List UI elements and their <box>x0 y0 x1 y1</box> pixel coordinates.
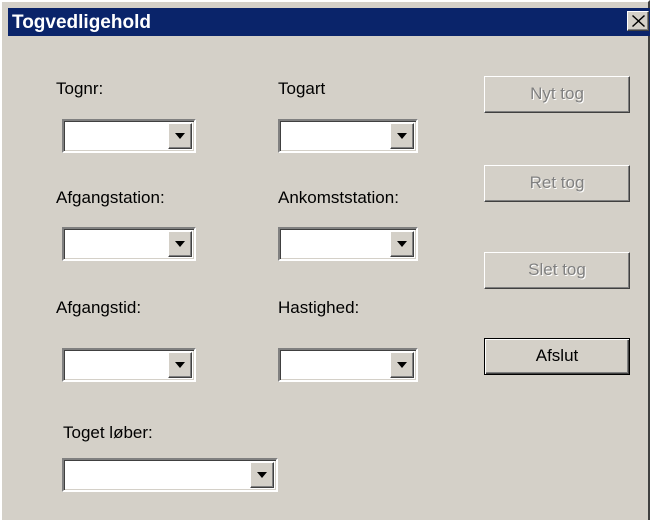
togart-combobox[interactable] <box>278 119 418 153</box>
tognr-combobox[interactable] <box>62 119 196 153</box>
togart-dropdown-button[interactable] <box>390 123 414 149</box>
close-button[interactable] <box>627 11 649 31</box>
togart-label: Togart <box>278 79 326 98</box>
chevron-down-icon <box>397 241 407 247</box>
chevron-down-icon <box>175 241 185 247</box>
afgangstid-dropdown-button[interactable] <box>168 352 192 378</box>
tognr-dropdown-button[interactable] <box>168 123 192 149</box>
afslut-button[interactable]: Afslut <box>484 338 630 375</box>
toget-lober-label: Toget løber: <box>63 423 153 442</box>
afgangstid-combobox[interactable] <box>62 348 196 382</box>
dialog-window: Togvedligehold Tognr: Togart Afgangstati… <box>0 0 650 520</box>
slet-tog-button[interactable]: Slet tog <box>484 252 630 289</box>
ret-tog-button[interactable]: Ret tog <box>484 165 630 202</box>
ankomststation-label: Ankomststation: <box>278 188 399 207</box>
afgangstation-combobox[interactable] <box>62 227 196 261</box>
afgangstation-label: Afgangstation: <box>56 188 165 207</box>
ankomststation-combobox[interactable] <box>278 227 418 261</box>
afgangstid-label: Afgangstid: <box>56 298 142 317</box>
hastighed-dropdown-button[interactable] <box>390 352 414 378</box>
chevron-down-icon <box>175 133 185 139</box>
chevron-down-icon <box>257 472 267 478</box>
hastighed-label: Hastighed: <box>278 298 360 317</box>
ankomststation-dropdown-button[interactable] <box>390 231 414 257</box>
hastighed-combobox[interactable] <box>278 348 418 382</box>
window-title: Togvedligehold <box>12 12 151 33</box>
chevron-down-icon <box>175 362 185 368</box>
title-bar[interactable]: Togvedligehold <box>8 8 650 36</box>
chevron-down-icon <box>397 362 407 368</box>
toget-lober-dropdown-button[interactable] <box>250 462 274 488</box>
chevron-down-icon <box>397 133 407 139</box>
close-icon <box>632 15 645 27</box>
afgangstation-dropdown-button[interactable] <box>168 231 192 257</box>
toget-lober-combobox[interactable] <box>62 458 278 492</box>
nyt-tog-button[interactable]: Nyt tog <box>484 76 630 113</box>
tognr-label: Tognr: <box>56 79 104 98</box>
